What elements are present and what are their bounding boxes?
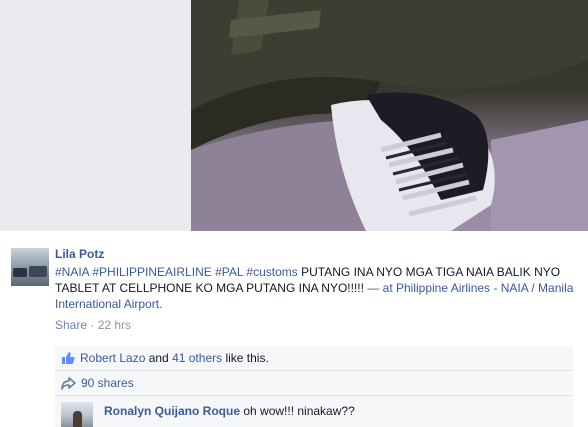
liker-name[interactable]: Robert Lazo [80, 351, 145, 365]
post-photo[interactable] [191, 0, 588, 231]
likes-row: Robert Lazo and 41 others like this. [55, 346, 573, 371]
likes-sentence: Robert Lazo and 41 others like this. [61, 350, 269, 369]
post-author[interactable]: Lila Potz [55, 246, 588, 262]
thumbs-up-icon [61, 351, 75, 369]
post-text: #NAIA #PHILIPPINEAIRLINE #PAL #customs P… [55, 264, 588, 312]
comment-content: Ronalyn Quijano Roque oh wow!!! ninakaw?… [104, 403, 355, 419]
meta-separator: · [87, 318, 98, 332]
photo-area [0, 0, 588, 231]
post-hashtags[interactable]: #NAIA #PHILIPPINEAIRLINE #PAL #customs [55, 265, 298, 279]
shares-row[interactable]: 90 shares [55, 371, 573, 396]
shares-content: 90 shares [61, 375, 134, 394]
avatar-figure [73, 411, 82, 427]
post-body: Lila Potz #NAIA #PHILIPPINEAIRLINE #PAL … [55, 246, 588, 333]
share-arrow-icon [61, 377, 76, 394]
shares-count[interactable]: 90 shares [81, 376, 134, 390]
comment-row: Ronalyn Quijano Roque oh wow!!! ninakaw?… [55, 396, 573, 427]
avatar-car [29, 266, 47, 277]
avatar-car [13, 268, 27, 277]
comment-text: oh wow!!! ninakaw?? [240, 404, 355, 418]
photo-image [191, 0, 588, 231]
share-link[interactable]: Share [55, 318, 87, 332]
likes-and: and [145, 351, 173, 365]
commenter-name[interactable]: Ronalyn Quijano Roque [104, 404, 240, 418]
author-avatar[interactable] [11, 248, 49, 286]
post-meta: Share · 22 hrs [55, 317, 588, 333]
post-timestamp[interactable]: 22 hrs [98, 318, 131, 332]
likes-suffix: like this. [222, 351, 269, 365]
commenter-avatar[interactable] [61, 402, 93, 427]
likes-others-link[interactable]: 41 others [172, 351, 222, 365]
